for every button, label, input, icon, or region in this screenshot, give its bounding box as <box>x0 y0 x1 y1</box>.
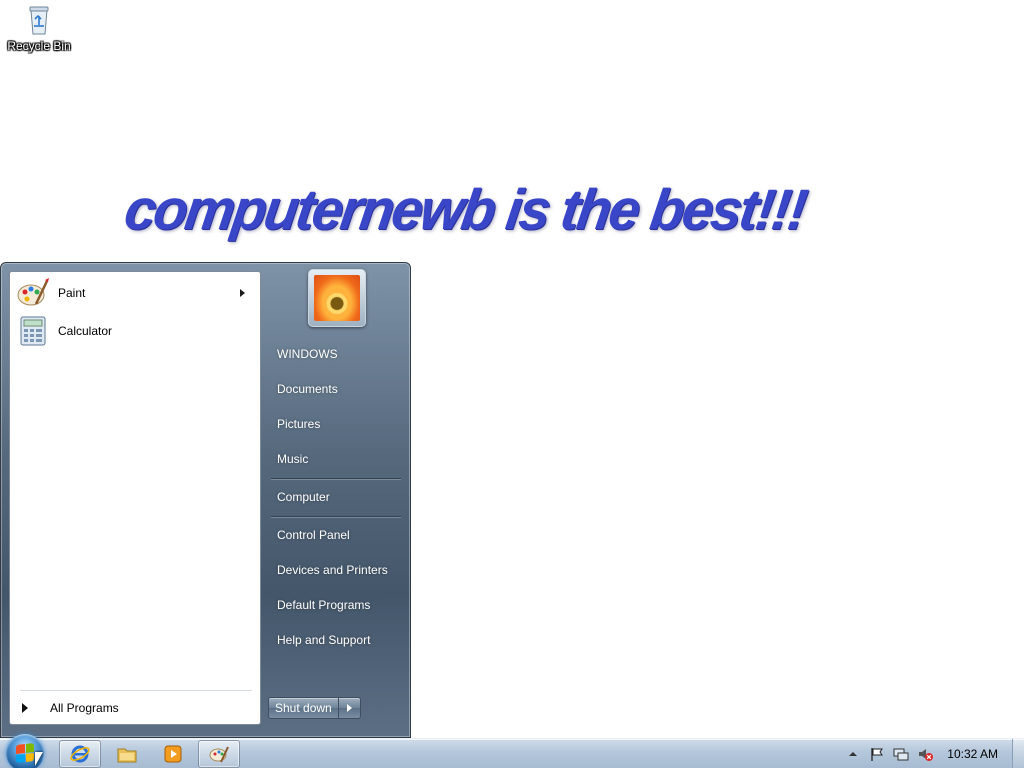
start-item-computer[interactable]: Computer <box>269 483 405 511</box>
desktop-icon-recycle-bin[interactable]: Recycle Bin <box>4 4 74 66</box>
arrow-right-icon <box>22 703 28 713</box>
taskbar: 10:32 AM <box>0 734 1024 768</box>
show-desktop-button[interactable] <box>1012 739 1024 768</box>
start-item-control-panel[interactable]: Control Panel <box>269 521 405 549</box>
all-programs-button[interactable]: All Programs <box>16 696 256 720</box>
shutdown-options-button[interactable] <box>338 697 361 719</box>
start-item-pictures[interactable]: Pictures <box>269 410 405 438</box>
volume-muted-icon[interactable] <box>917 746 934 762</box>
start-item-default-programs[interactable]: Default Programs <box>269 591 405 619</box>
windows-explorer-icon <box>117 748 137 763</box>
shutdown-button[interactable]: Shut down <box>268 697 339 719</box>
divider <box>20 690 252 691</box>
wallpaper-text: computernewb is the best!!! <box>120 177 810 242</box>
taskbar-media-player[interactable] <box>152 740 194 768</box>
program-item-calculator[interactable]: Calculator <box>14 312 257 350</box>
clock[interactable]: 10:32 AM <box>947 747 998 761</box>
mouse-cursor-icon <box>35 752 43 766</box>
start-item-documents[interactable]: Documents <box>269 375 405 403</box>
submenu-arrow-icon[interactable] <box>240 289 245 297</box>
divider <box>271 478 401 480</box>
network-icon[interactable] <box>893 746 909 762</box>
start-menu-programs-pane: Paint Calculator All Programs <box>9 271 261 725</box>
show-hidden-icons-icon[interactable] <box>845 746 861 762</box>
taskbar-windows-explorer[interactable] <box>106 740 148 768</box>
action-center-flag-icon[interactable] <box>869 746 885 762</box>
taskbar-internet-explorer[interactable] <box>59 740 101 768</box>
user-picture-flower <box>314 275 360 321</box>
internet-explorer-icon <box>70 745 90 763</box>
start-item-devices-and-printers[interactable]: Devices and Printers <box>269 556 405 584</box>
user-picture[interactable] <box>308 269 366 327</box>
system-tray: 10:32 AM <box>845 739 1024 768</box>
desktop-icon-label: Recycle Bin <box>7 39 71 53</box>
program-label: Calculator <box>58 324 113 338</box>
chevron-right-icon <box>346 704 352 712</box>
paint-icon <box>209 746 229 763</box>
paint-icon <box>17 278 49 306</box>
start-item-windows[interactable]: WINDOWS <box>269 340 405 368</box>
start-item-help-and-support[interactable]: Help and Support <box>269 626 405 654</box>
all-programs-label: All Programs <box>50 701 119 715</box>
calculator-icon <box>20 316 46 346</box>
media-player-icon <box>164 745 182 763</box>
taskbar-paint[interactable] <box>198 740 240 768</box>
start-menu: Paint Calculator All Programs WINDOWS Do <box>0 262 411 738</box>
divider <box>271 516 401 518</box>
shutdown-group: Shut down <box>268 697 361 719</box>
program-label: Paint <box>58 286 86 300</box>
windows-logo-icon <box>16 743 34 763</box>
recycle-bin-icon <box>29 6 49 35</box>
program-item-paint[interactable]: Paint <box>14 274 257 312</box>
start-item-music[interactable]: Music <box>269 445 405 473</box>
